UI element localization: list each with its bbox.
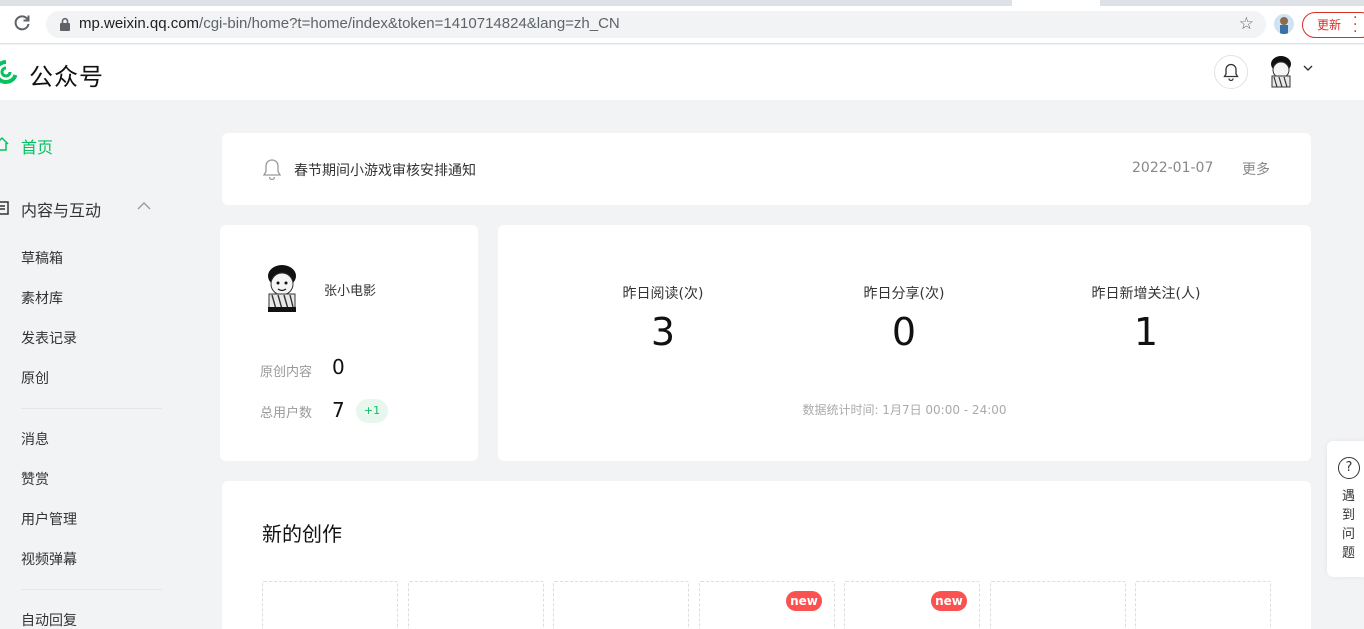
stats-time-note: 数据统计时间: 1月7日 00:00 - 24:00 [802, 403, 1007, 417]
notice-more-link[interactable]: 更多 [1242, 159, 1270, 179]
sidebar: 首页 内容与互动 草稿箱 素材库 发表记录 原创 消息 赞赏 用户管理 视频弹幕… [0, 100, 190, 629]
sidebar-item-user-management[interactable]: 用户管理 [21, 509, 77, 529]
new-badge: new [931, 591, 967, 611]
sidebar-item-publish-records[interactable]: 发表记录 [21, 328, 77, 348]
stat-new-followers: 昨日新增关注(人) 1 [1046, 283, 1246, 355]
bell-icon [1223, 63, 1239, 81]
stat-value: 3 [650, 310, 676, 354]
url-text: mp.weixin.qq.com/cgi-bin/home?t=home/ind… [79, 15, 620, 32]
notice-card: 春节期间小游戏审核安排通知 2022-01-07 更多 [222, 133, 1311, 205]
stat-label: 昨日阅读(次) [622, 286, 704, 302]
bell-icon [262, 159, 282, 180]
url-host: mp.weixin.qq.com [79, 15, 200, 32]
total-users-value: 7 [332, 398, 345, 422]
notice-date: 2022-01-07 [1132, 160, 1214, 176]
creation-option[interactable] [408, 581, 544, 629]
sidebar-divider [21, 408, 162, 409]
total-users-label: 总用户数 [260, 406, 313, 421]
creation-option[interactable] [553, 581, 689, 629]
creation-option[interactable] [262, 581, 398, 629]
tab-strip [0, 0, 1364, 6]
bookmark-star-icon[interactable]: ☆ [1239, 15, 1254, 33]
stat-value: 0 [891, 310, 917, 354]
new-creation-card: 新的创作 new new [222, 481, 1311, 629]
wechat-mp-logo-icon [0, 59, 18, 84]
chevron-up-icon[interactable] [136, 200, 152, 212]
home-icon [0, 136, 9, 151]
users-delta-badge: +1 [356, 399, 388, 423]
sidebar-item-rewards[interactable]: 赞赏 [21, 469, 49, 489]
sidebar-item-original[interactable]: 原创 [21, 368, 49, 388]
creation-option[interactable]: new [844, 581, 980, 629]
sidebar-item-auto-reply[interactable]: 自动回复 [21, 610, 77, 629]
address-bar[interactable]: mp.weixin.qq.com/cgi-bin/home?t=home/ind… [46, 11, 1266, 38]
stats-card: 昨日阅读(次) 3 昨日分享(次) 0 昨日新增关注(人) 1 数据统计时间: … [498, 225, 1311, 461]
sidebar-item-materials[interactable]: 素材库 [21, 288, 63, 308]
top-header: 公众号 [0, 45, 1364, 100]
sidebar-item-drafts[interactable]: 草稿箱 [21, 248, 63, 268]
sidebar-item-video-danmaku[interactable]: 视频弹幕 [21, 549, 77, 569]
account-card: 张小电影 原创内容 0 总用户数 7 +1 [220, 225, 478, 461]
sidebar-divider [21, 589, 162, 590]
original-content-value: 0 [332, 355, 345, 379]
browser-profile-avatar[interactable] [1274, 14, 1294, 34]
sidebar-item-label: 首页 [21, 138, 54, 157]
browser-menu-icon[interactable]: · · · [1353, 11, 1359, 39]
notification-button[interactable] [1214, 55, 1248, 89]
sidebar-group-content[interactable]: 内容与互动 [0, 197, 160, 220]
stat-label: 昨日分享(次) [863, 286, 945, 302]
account-name: 张小电影 [324, 284, 377, 299]
creation-title: 新的创作 [262, 522, 342, 546]
update-label: 更新 [1317, 18, 1342, 32]
sidebar-item-messages[interactable]: 消息 [21, 429, 49, 449]
sidebar-group-label: 内容与互动 [21, 201, 102, 220]
chevron-down-icon[interactable] [1302, 63, 1314, 73]
help-float-button[interactable]: ? 遇到问题 [1327, 441, 1364, 577]
active-tab-edge[interactable] [1012, 0, 1100, 6]
creation-option[interactable]: new [699, 581, 835, 629]
document-icon [0, 201, 9, 215]
account-avatar-icon[interactable] [1265, 55, 1297, 89]
reload-icon[interactable] [12, 13, 32, 33]
stat-shares: 昨日分享(次) 0 [804, 283, 1004, 355]
stat-value: 1 [1133, 310, 1159, 354]
url-path: /cgi-bin/home?t=home/index&token=1410714… [199, 15, 620, 32]
stat-reads: 昨日阅读(次) 3 [563, 283, 763, 355]
lock-icon [60, 17, 70, 31]
account-avatar[interactable] [260, 263, 304, 313]
browser-toolbar: mp.weixin.qq.com/cgi-bin/home?t=home/ind… [0, 0, 1364, 44]
stat-label: 昨日新增关注(人) [1091, 286, 1201, 302]
question-icon: ? [1338, 457, 1360, 479]
app-title: 公众号 [29, 63, 104, 91]
new-badge: new [786, 591, 822, 611]
original-content-label: 原创内容 [260, 365, 313, 380]
help-label: 遇到问题 [1342, 489, 1356, 561]
creation-option[interactable] [1135, 581, 1271, 629]
notice-title-link[interactable]: 春节期间小游戏审核安排通知 [294, 160, 476, 180]
creation-option[interactable] [990, 581, 1126, 629]
